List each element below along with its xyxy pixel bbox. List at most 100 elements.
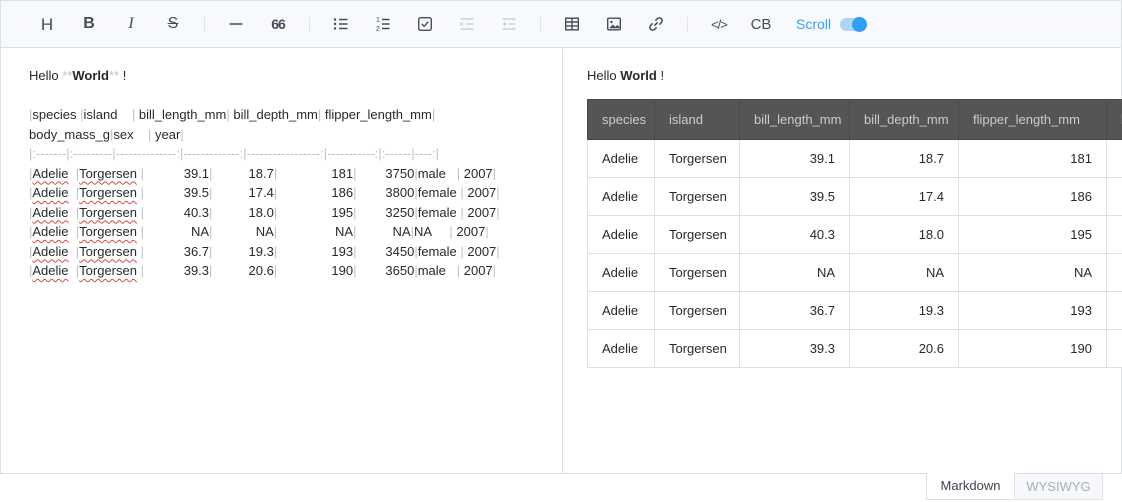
table-cell: Adelie: [588, 329, 655, 367]
task-list-button[interactable]: [409, 8, 441, 40]
table-cell: NA: [1107, 253, 1122, 291]
codeblock-icon: CB: [751, 17, 772, 32]
text-segment: 39.3: [144, 263, 209, 278]
text-segment: 2007: [464, 205, 497, 220]
image-button[interactable]: [598, 8, 630, 40]
tab-markdown[interactable]: Markdown: [926, 473, 1015, 500]
misspelled-word: Torgersen: [79, 224, 137, 239]
table-header-cell: species: [588, 99, 655, 139]
table-cell: Torgersen: [655, 139, 740, 177]
italic-button[interactable]: I: [115, 8, 147, 40]
toggle-knob: [852, 17, 867, 32]
table-row: AdelieTorgersen39.517.41863800female2007: [588, 177, 1122, 215]
misspelled-word: Adelie: [32, 205, 68, 220]
scroll-sync-toggle[interactable]: [840, 18, 865, 31]
text-segment: 20.6: [212, 263, 273, 278]
table-cell: 18.7: [850, 139, 959, 177]
tab-wysiwyg[interactable]: WYSIWYG: [1014, 474, 1103, 500]
table-button[interactable]: [556, 8, 588, 40]
md-delimiter: |: [485, 224, 488, 239]
table-header-cell: bill_depth_mm: [850, 99, 959, 139]
codeblock-button[interactable]: CB: [745, 8, 777, 40]
markdown-line: |Adelie |Torgersen | 39.5| 17.4| 186| 38…: [29, 183, 554, 203]
scroll-sync-label[interactable]: Scroll: [796, 16, 831, 32]
text-segment: 3750: [357, 166, 415, 181]
text-segment: 186: [277, 185, 353, 200]
table-header-cell: island: [655, 99, 740, 139]
text-segment: World: [72, 68, 109, 83]
bold-icon: B: [83, 16, 95, 32]
heading-button[interactable]: H: [31, 8, 63, 40]
scroll-sync: Scroll: [796, 16, 865, 32]
misspelled-word: Adelie: [32, 263, 68, 278]
table-cell: 186: [959, 177, 1107, 215]
md-delimiter: |: [493, 166, 496, 181]
text-segment: NA: [414, 224, 449, 239]
misspelled-word: Torgersen: [79, 166, 137, 181]
table-row: AdelieTorgersen36.719.31933450female2007: [588, 291, 1122, 329]
text-segment: island: [83, 107, 131, 122]
quote-icon: 66: [271, 17, 285, 31]
misspelled-word: Adelie: [32, 224, 68, 239]
quote-button[interactable]: 66: [262, 8, 294, 40]
table-cell: 3800: [1107, 177, 1122, 215]
text-segment: !: [657, 68, 664, 83]
text-segment: 2007: [460, 166, 493, 181]
heading-icon: H: [41, 16, 53, 33]
misspelled-word: Torgersen: [79, 205, 137, 220]
markdown-line: body_mass_g|sex | year|: [29, 125, 554, 145]
text-segment: 17.4: [212, 185, 273, 200]
text-segment: male: [418, 166, 457, 181]
text-segment: Hello: [587, 68, 620, 83]
text-segment: body_mass_g: [29, 127, 110, 142]
table-cell: NA: [850, 253, 959, 291]
md-delimiter: |:-------|:---------|--------------:|---…: [29, 146, 439, 161]
text-segment: 2007: [464, 185, 497, 200]
markdown-source-pane[interactable]: Hello **World** ! |species |island | bil…: [2, 49, 562, 474]
table-cell: 3650: [1107, 329, 1122, 367]
text-segment: NA: [212, 224, 273, 239]
text-segment: female: [418, 244, 461, 259]
table-cell: 36.7: [740, 291, 850, 329]
outdent-icon: [500, 15, 518, 33]
italic-icon: I: [128, 16, 133, 32]
text-segment: [69, 244, 76, 259]
toolbar-divider: [309, 17, 310, 32]
markdown-line: [29, 86, 554, 106]
table-cell: NA: [740, 253, 850, 291]
text-segment: 2007: [464, 244, 497, 259]
table-row: AdelieTorgersenNANANANANA2007: [588, 253, 1122, 291]
text-segment: [69, 166, 76, 181]
misspelled-word: Torgersen: [79, 185, 137, 200]
text-segment: [69, 224, 76, 239]
toolbar-divider: [204, 17, 205, 32]
text-segment: Hello: [29, 68, 62, 83]
outdent-button: [493, 8, 525, 40]
hr-button[interactable]: [220, 8, 252, 40]
table-cell: Adelie: [588, 215, 655, 253]
misspelled-word: Torgersen: [79, 244, 137, 259]
bullet-list-button[interactable]: [325, 8, 357, 40]
text-segment: bill_depth_mm: [230, 107, 318, 122]
link-button[interactable]: [640, 8, 672, 40]
svg-text:1: 1: [376, 17, 380, 24]
strike-icon: S: [168, 16, 179, 32]
markdown-line: |species |island | bill_length_mm| bill_…: [29, 105, 554, 125]
svg-text:2: 2: [376, 26, 380, 33]
markdown-line: |Adelie |Torgersen | 36.7| 19.3| 193| 34…: [29, 242, 554, 262]
mode-switch-bar: Markdown WYSIWYG: [0, 473, 1122, 502]
hr-icon: [227, 15, 245, 33]
table-row: AdelieTorgersen39.320.61903650male2007: [588, 329, 1122, 367]
text-segment: 181: [277, 166, 353, 181]
strike-button[interactable]: S: [157, 8, 189, 40]
table-cell: Torgersen: [655, 177, 740, 215]
code-button[interactable]: </>: [703, 8, 735, 40]
table-cell: 3750: [1107, 139, 1122, 177]
bold-button[interactable]: B: [73, 8, 105, 40]
text-segment: 2007: [453, 224, 486, 239]
preview-paragraph: Hello World !: [587, 66, 1122, 86]
ordered-list-button[interactable]: 12: [367, 8, 399, 40]
text-segment: 3450: [357, 244, 415, 259]
markdown-line: |Adelie |Torgersen | 40.3| 18.0| 195| 32…: [29, 203, 554, 223]
table-cell: 195: [959, 215, 1107, 253]
